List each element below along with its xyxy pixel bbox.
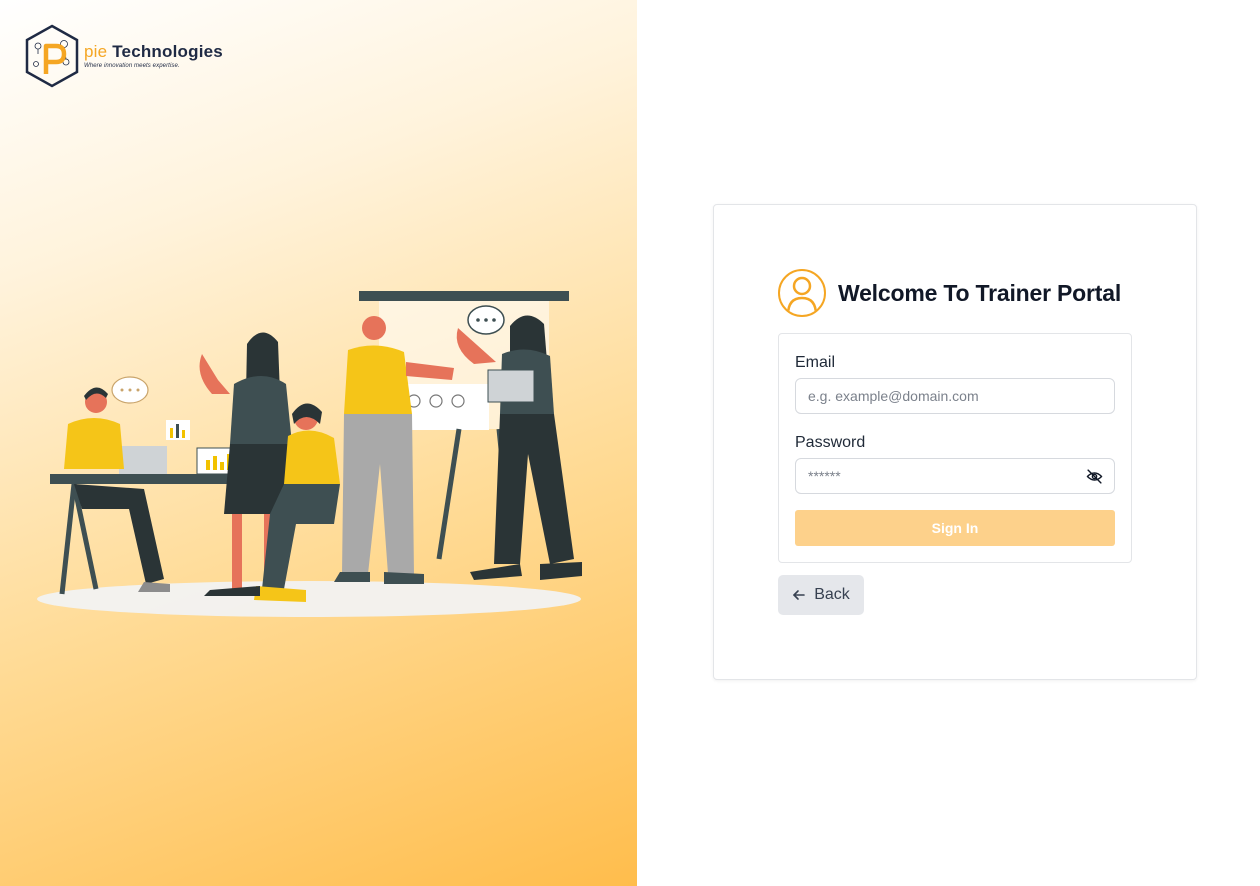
arrow-left-icon (793, 590, 806, 600)
logo-hexagon-icon (25, 24, 79, 88)
back-button[interactable]: Back (778, 575, 864, 615)
sign-in-button[interactable]: Sign In (795, 510, 1115, 546)
user-silhouette-icon (786, 276, 818, 315)
login-card: Welcome To Trainer Portal Email Password… (713, 204, 1197, 680)
login-header: Welcome To Trainer Portal (778, 269, 1121, 317)
email-field[interactable] (795, 378, 1115, 414)
password-field[interactable] (795, 458, 1115, 494)
login-form: Email Password Sign In (778, 333, 1132, 563)
brand-name: pie Technologies (84, 42, 223, 62)
brand-name-prefix: pie (84, 41, 108, 61)
branding-panel: pie Technologies Where innovation meets … (0, 0, 637, 886)
page-title: Welcome To Trainer Portal (838, 279, 1122, 306)
company-logo: pie Technologies Where innovation meets … (24, 24, 223, 90)
brand-name-suffix: Technologies (107, 41, 223, 61)
password-visibility-toggle[interactable] (1085, 467, 1103, 485)
login-page: pie Technologies Where innovation meets … (0, 0, 1260, 886)
user-avatar-icon (778, 269, 826, 317)
team-meeting-illustration (37, 291, 582, 617)
eye-off-icon (1086, 468, 1102, 484)
email-label: Email (795, 354, 836, 371)
password-label: Password (795, 434, 866, 451)
brand-tagline: Where innovation meets expertise. (84, 62, 180, 69)
back-button-label: Back (814, 586, 850, 603)
